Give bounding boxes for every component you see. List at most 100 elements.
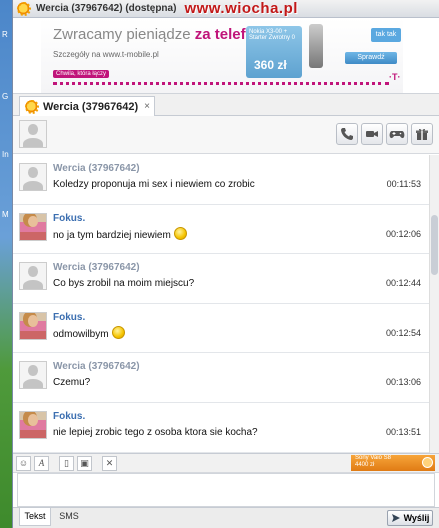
desktop-label: R xyxy=(2,30,8,39)
tools-icon: ✕ xyxy=(105,457,114,468)
message-avatar[interactable] xyxy=(19,212,47,241)
message-row: Fokus. no ja tym bardziej niewiem 00:12:06 xyxy=(13,205,429,255)
smiley-emoticon-icon xyxy=(111,325,125,339)
message-sender: Wercia (37967642) xyxy=(53,262,140,274)
desktop-label: In xyxy=(2,150,9,159)
scrollbar-thumb[interactable] xyxy=(431,215,438,275)
emoticon-button[interactable]: ☺ xyxy=(16,455,31,471)
gift-button[interactable] xyxy=(411,123,433,145)
message-text: Co bys zrobil na moim miejscu? xyxy=(53,278,195,290)
tab-sms[interactable]: SMS xyxy=(57,508,81,526)
gift-icon xyxy=(416,128,428,140)
message-row: Fokus. nie lepiej zrobic tego z osoba kto… xyxy=(13,403,429,453)
ad-content[interactable]: Zwracamy pieniądze za telefon. Szczegóły… xyxy=(41,18,403,93)
message-text-wrap: Co bys zrobil na moim miejscu? xyxy=(53,278,194,289)
ad-phone-model: Nokia X3-00 + Starter Zwrotny 0 xyxy=(249,29,296,41)
message-row: Wercia (37967642) Koledzy proponuja mi se… xyxy=(13,155,429,205)
ad-divider xyxy=(53,82,389,85)
tab-conversation[interactable]: Wercia (37967642) × xyxy=(19,96,155,116)
video-button[interactable] xyxy=(361,123,383,145)
user-photo xyxy=(20,411,46,438)
tab-close-icon[interactable]: × xyxy=(144,101,150,112)
send-icon xyxy=(391,514,400,522)
message-time: 00:12:06 xyxy=(385,228,421,239)
action-buttons xyxy=(336,123,433,145)
message-row: Wercia (37967642) Czemu? 00:13:06 xyxy=(13,353,429,403)
avatar-silhouette-icon xyxy=(20,121,46,147)
t-mobile-logo-icon: ·T· xyxy=(389,72,401,82)
message-input[interactable] xyxy=(17,473,435,507)
message-avatar[interactable] xyxy=(19,410,47,439)
message-text: Koledzy proponuja mi sex i niewiem co zr… xyxy=(53,179,255,190)
message-text: no ja tym bardziej niewiem xyxy=(53,229,171,241)
message-text: Czemu? xyxy=(53,377,91,389)
watermark-site: wiocha.pl xyxy=(225,0,298,17)
message-time: 00:12:44 xyxy=(385,278,421,289)
status-sun-icon xyxy=(25,99,39,114)
ad-chip: Chwila, która łączy xyxy=(53,70,110,78)
message-text-wrap: Czemu? xyxy=(53,377,90,388)
promo-arrow-icon xyxy=(422,457,433,468)
message-avatar[interactable] xyxy=(19,262,47,291)
message-sender: Fokus. xyxy=(53,311,86,323)
message-row: Wercia (37967642) Co bys zrobil na moim m… xyxy=(13,254,429,304)
contact-avatar[interactable] xyxy=(19,120,47,148)
smiley-emoticon-icon xyxy=(173,226,187,240)
ad-slogan: Zwracamy pieniądze za telefon. xyxy=(53,26,268,43)
call-button[interactable] xyxy=(336,123,358,145)
message-avatar[interactable] xyxy=(19,163,47,191)
watermark: www.wiocha.pl xyxy=(184,0,297,17)
smiley-icon: ☺ xyxy=(18,458,29,468)
ad-logo: tak tak xyxy=(371,28,401,42)
ad-check-button[interactable]: Sprawdź xyxy=(345,52,397,64)
message-time: 00:11:53 xyxy=(386,179,421,189)
desktop-label: G xyxy=(2,92,9,101)
tab-bar: Wercia (37967642) × xyxy=(13,94,439,116)
avatar-silhouette-icon xyxy=(20,362,46,389)
bottom-bar: Tekst SMS Wyślij xyxy=(13,507,439,528)
message-time: 00:13:06 xyxy=(385,377,421,388)
file-button[interactable]: ▯ xyxy=(59,455,74,471)
message-text: nie lepiej zrobic tego z osoba ktora sie… xyxy=(53,426,258,438)
gadu-sun-icon xyxy=(17,1,31,16)
send-label: Wyślij xyxy=(403,513,430,523)
avatar-silhouette-icon xyxy=(20,164,46,190)
message-text-wrap: odmowilbym xyxy=(53,325,125,341)
image-button[interactable]: ▣ xyxy=(77,455,92,471)
ad-details: Szczegóły na www.t-mobile.pl xyxy=(53,50,159,59)
settings-button[interactable]: ✕ xyxy=(102,455,117,471)
message-time: 00:12:54 xyxy=(385,327,421,338)
message-text-wrap: nie lepiej zrobic tego z osoba ktora sie… xyxy=(53,427,258,438)
ad-slogan-part1: Zwracamy pieniądze xyxy=(53,26,195,43)
phone-icon xyxy=(341,128,353,140)
user-photo xyxy=(20,312,46,339)
message-list[interactable]: Wercia (37967642) Koledzy proponuja mi se… xyxy=(13,155,429,453)
message-sender: Fokus. xyxy=(53,410,86,422)
message-text-wrap: no ja tym bardziej niewiem xyxy=(53,226,187,242)
phone-image xyxy=(309,24,323,68)
file-icon: ▯ xyxy=(64,457,69,468)
title-bar[interactable]: Wercia (37967642) (dostępna) www.wiocha.… xyxy=(13,0,439,18)
message-sender: Wercia (37967642) xyxy=(53,163,140,174)
avatar-silhouette-icon xyxy=(20,263,46,290)
gamepad-icon xyxy=(389,131,405,139)
watermark-prefix: www. xyxy=(184,0,226,17)
scrollbar[interactable] xyxy=(429,155,439,453)
message-avatar[interactable] xyxy=(19,311,47,340)
message-sender: Fokus. xyxy=(53,212,86,224)
tab-text[interactable]: Tekst xyxy=(19,508,51,526)
message-row: Fokus. odmowilbym 00:12:54 xyxy=(13,304,429,354)
message-text-wrap: Koledzy proponuja mi sex i niewiem co zr… xyxy=(53,179,255,190)
contact-header xyxy=(13,116,439,154)
chat-window: Wercia (37967642) (dostępna) www.wiocha.… xyxy=(12,0,439,528)
tab-label: Wercia (37967642) xyxy=(43,100,139,113)
font-button[interactable]: A xyxy=(34,455,49,471)
ad-price: 360 zł xyxy=(254,58,287,72)
game-button[interactable] xyxy=(386,123,408,145)
ad-banner[interactable]: Zwracamy pieniądze za telefon. Szczegóły… xyxy=(13,18,439,94)
image-icon: ▣ xyxy=(80,457,89,468)
promo-ad[interactable]: Sony Vaio S8 4400 zł xyxy=(351,455,435,471)
message-avatar[interactable] xyxy=(19,361,47,390)
ad-offer-box: Nokia X3-00 + Starter Zwrotny 0 360 zł xyxy=(246,26,302,78)
send-button[interactable]: Wyślij xyxy=(387,510,433,526)
